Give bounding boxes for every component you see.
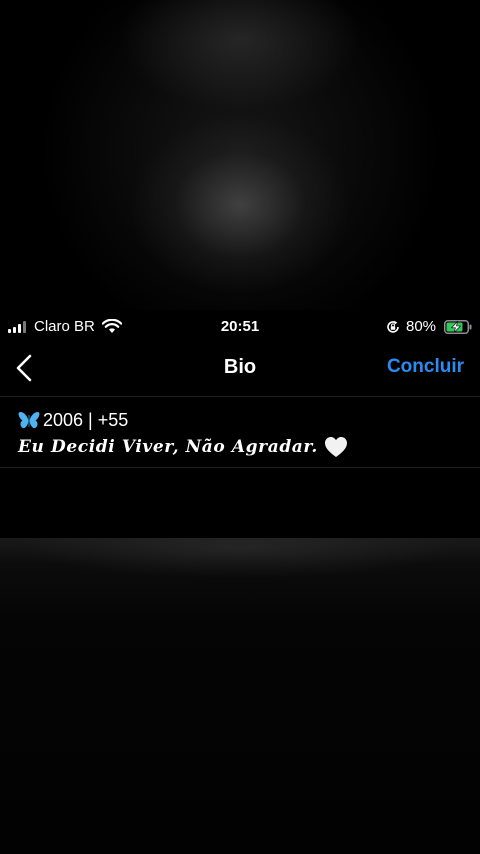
navigation-bar: Bio Concluir bbox=[0, 346, 480, 397]
blurred-background-bottom bbox=[0, 538, 480, 854]
bio-line-1: 2006 | +55 bbox=[18, 410, 128, 431]
done-button[interactable]: Concluir bbox=[387, 356, 464, 378]
blurred-background-top bbox=[0, 0, 480, 310]
phone-screen: Claro BR 20:51 80% Bio Concluir 2006 | +… bbox=[0, 310, 480, 538]
battery-percent: 80% bbox=[406, 318, 437, 335]
bio-line-2: Eu Decidi Viver, Não Agradar. bbox=[18, 436, 348, 458]
bio-line-2-text: Eu Decidi Viver, Não Agradar. bbox=[18, 437, 318, 457]
bio-text-field[interactable]: 2006 | +55 Eu Decidi Viver, Não Agradar. bbox=[0, 397, 480, 468]
status-bar: Claro BR 20:51 80% bbox=[0, 316, 480, 338]
rotation-lock-icon bbox=[387, 320, 399, 333]
bio-line-1-text: 2006 | +55 bbox=[43, 410, 129, 430]
white-heart-icon bbox=[324, 437, 347, 457]
battery-charging-icon bbox=[444, 320, 472, 334]
butterfly-icon bbox=[18, 411, 40, 428]
